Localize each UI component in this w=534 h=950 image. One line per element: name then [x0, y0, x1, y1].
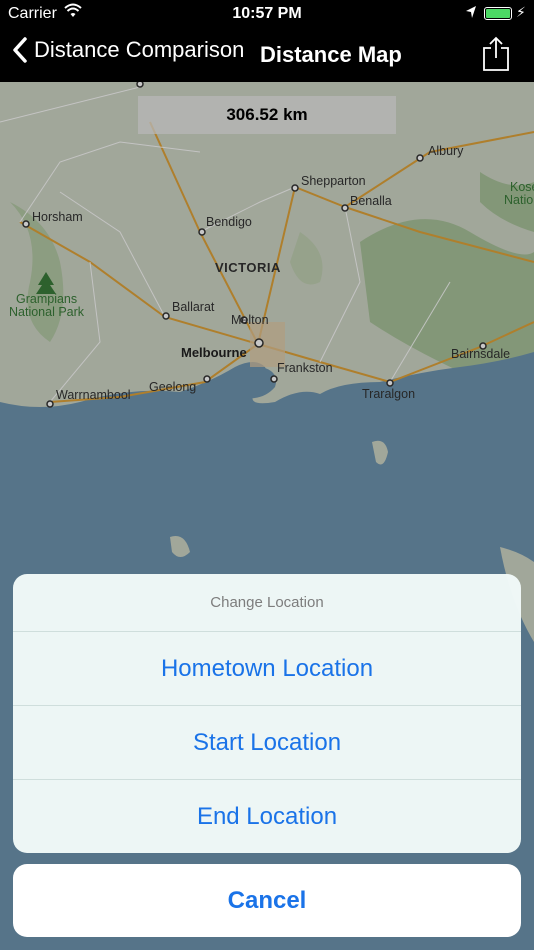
chevron-left-icon: [13, 37, 27, 63]
charging-icon: ⚡: [516, 4, 526, 20]
clock: 10:57 PM: [232, 5, 302, 22]
start-location-button[interactable]: Start Location: [13, 706, 521, 780]
status-bar: Carrier 10:57 PM ⚡: [0, 0, 534, 28]
action-sheet: Change Location Hometown Location Start …: [13, 574, 521, 853]
share-button[interactable]: [482, 36, 510, 77]
end-location-button[interactable]: End Location: [13, 780, 521, 853]
hometown-location-button[interactable]: Hometown Location: [13, 632, 521, 706]
page-title: Distance Map: [260, 42, 402, 67]
cancel-button[interactable]: Cancel: [13, 864, 521, 937]
back-button[interactable]: Distance Comparison: [12, 36, 244, 64]
action-sheet-title: Change Location: [13, 574, 521, 632]
navigation-bar: Distance Comparison Distance Map: [0, 28, 534, 82]
share-icon: [483, 36, 509, 71]
back-label: Distance Comparison: [34, 37, 245, 62]
battery-icon: [484, 7, 512, 20]
location-arrow-icon: [465, 5, 477, 24]
